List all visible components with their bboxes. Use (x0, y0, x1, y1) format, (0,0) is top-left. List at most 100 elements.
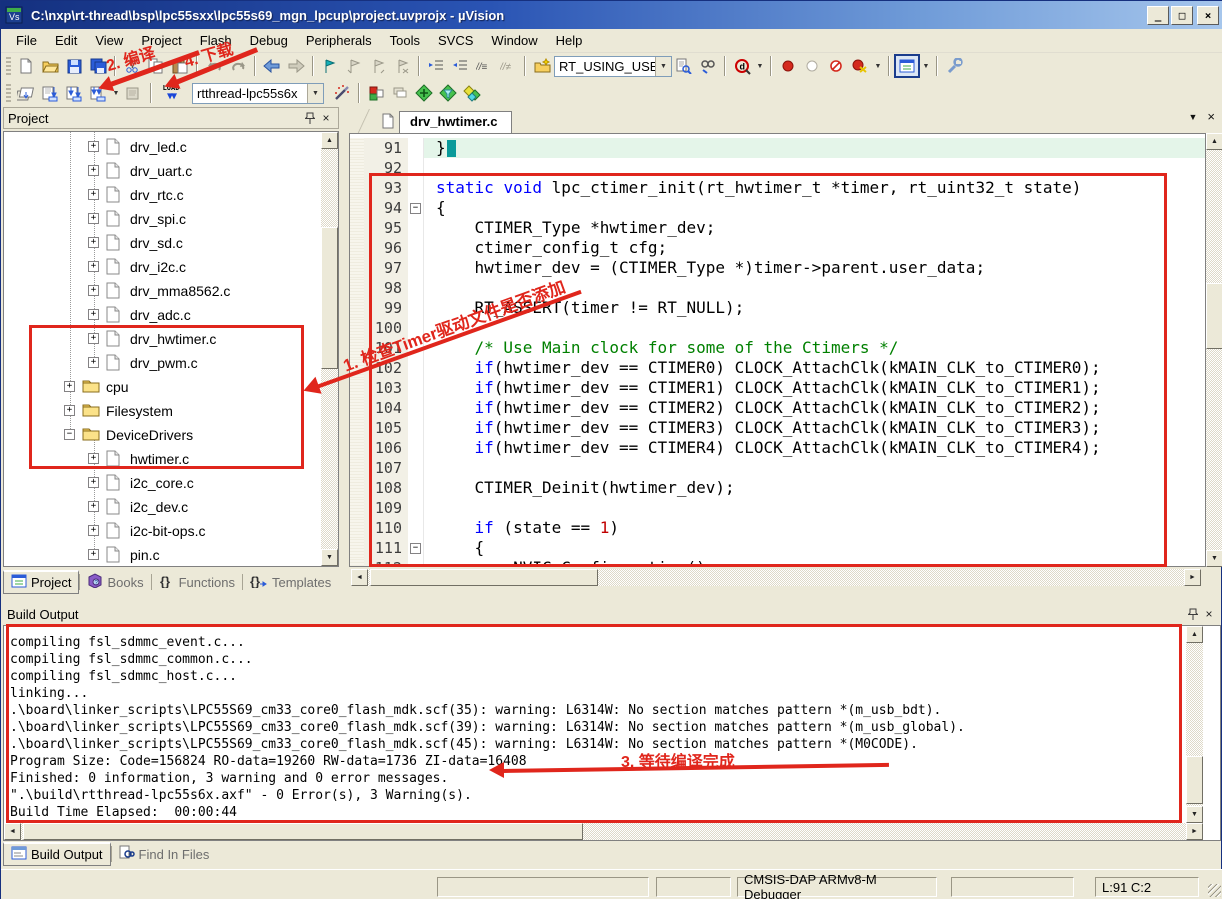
scroll-thumb[interactable] (370, 569, 598, 586)
manage-rte-button[interactable] (412, 82, 436, 104)
code-line-91[interactable]: 91} (350, 138, 1206, 158)
expand-icon[interactable]: + (88, 261, 99, 272)
tree-item-i2c-core-c[interactable]: +i2c_core.c (4, 471, 321, 495)
configure-flash-menu-icon[interactable] (530, 55, 554, 77)
build-output-hscrollbar[interactable]: ◄ ► (4, 823, 1203, 840)
code-text[interactable]: } (424, 138, 1206, 158)
scroll-thumb[interactable] (1206, 283, 1222, 349)
kill-all-breakpoints-button[interactable] (848, 55, 872, 77)
tree-item-drv-sd-c[interactable]: +drv_sd.c (4, 231, 321, 255)
menu-item-peripherals[interactable]: Peripherals (297, 30, 381, 51)
navigate-back-button[interactable] (260, 55, 284, 77)
chevron-down-icon[interactable]: ▼ (872, 55, 884, 77)
scroll-down-icon[interactable]: ▼ (321, 549, 338, 566)
chevron-down-icon[interactable]: ▼ (307, 84, 323, 103)
expand-icon[interactable]: + (88, 237, 99, 248)
editor-hscrollbar[interactable]: ◄ ► (351, 569, 1201, 586)
scroll-left-icon[interactable]: ◄ (351, 569, 368, 586)
manage-project-items-button[interactable] (364, 82, 388, 104)
project-panel-tab-templates[interactable]: {}Templates (243, 570, 338, 594)
rebuild-all-button[interactable] (62, 82, 86, 104)
navigate-forward-button[interactable] (284, 55, 308, 77)
close-document-icon[interactable]: × (1207, 112, 1215, 122)
new-file-button[interactable] (14, 55, 38, 77)
menu-item-help[interactable]: Help (547, 30, 592, 51)
uncomment-selection-button[interactable]: //≠ (496, 55, 520, 77)
chevron-down-icon[interactable]: ▼ (920, 55, 932, 77)
insert-breakpoint-button[interactable] (776, 55, 800, 77)
close-button[interactable]: × (1197, 6, 1219, 25)
close-icon[interactable]: × (318, 110, 334, 126)
target-select-combo[interactable]: rtthread-lpc55s6x ▼ (192, 83, 324, 104)
editor-vscrollbar[interactable]: ▲ ▼ (1206, 133, 1222, 567)
expand-icon[interactable]: + (88, 309, 99, 320)
output-tab-build-output[interactable]: Build Output (3, 842, 111, 866)
insert-bookmark-button[interactable] (318, 55, 342, 77)
close-icon[interactable]: × (1201, 606, 1217, 622)
menu-item-edit[interactable]: Edit (46, 30, 86, 51)
editor-tab-drv-hwtimer[interactable]: drv_hwtimer.c (399, 111, 512, 133)
build-output-vscrollbar[interactable]: ▲ ▼ (1186, 626, 1203, 823)
resize-grip[interactable] (1208, 884, 1221, 897)
start-stop-debug-button[interactable]: d (730, 55, 754, 77)
indent-button[interactable] (424, 55, 448, 77)
expand-icon[interactable]: + (88, 213, 99, 224)
find-references-button[interactable] (696, 55, 720, 77)
tree-item-drv-adc-c[interactable]: +drv_adc.c (4, 303, 321, 327)
build-output-header[interactable]: Build Output × (3, 603, 1221, 625)
expand-icon[interactable]: + (88, 189, 99, 200)
menu-item-debug[interactable]: Debug (241, 30, 297, 51)
tree-item-i2c-dev-c[interactable]: +i2c_dev.c (4, 495, 321, 519)
project-tree-vscrollbar[interactable]: ▲ ▼ (321, 132, 338, 566)
pack-installer-button[interactable] (460, 82, 484, 104)
configure-wrench-button[interactable] (942, 55, 966, 77)
enable-disable-breakpoint-button[interactable] (800, 55, 824, 77)
scroll-down-icon[interactable]: ▼ (1186, 806, 1203, 823)
expand-icon[interactable]: + (88, 549, 99, 560)
chevron-down-icon[interactable]: ▼ (754, 55, 766, 77)
expand-icon[interactable]: + (88, 141, 99, 152)
scroll-right-icon[interactable]: ► (1184, 569, 1201, 586)
expand-icon[interactable]: + (88, 525, 99, 536)
menu-item-tools[interactable]: Tools (381, 30, 429, 51)
scroll-down-icon[interactable]: ▼ (1206, 550, 1222, 567)
previous-bookmark-button[interactable] (342, 55, 366, 77)
project-window-toggle-button[interactable] (894, 54, 920, 78)
project-panel-header[interactable]: Project × (3, 107, 339, 129)
title-bar[interactable]: Vs C:\nxp\rt-thread\bsp\lpc55sxx\lpc55s6… (1, 1, 1222, 29)
scroll-thumb[interactable] (1186, 756, 1203, 804)
scroll-thumb[interactable] (23, 823, 583, 840)
translate-file-button[interactable] (14, 82, 38, 104)
save-button[interactable] (62, 55, 86, 77)
tree-item-drv-i2c-c[interactable]: +drv_i2c.c (4, 255, 321, 279)
build-button[interactable] (38, 82, 62, 104)
find-in-files-button[interactable] (672, 55, 696, 77)
maximize-button[interactable]: □ (1171, 6, 1193, 25)
expand-icon[interactable]: + (88, 477, 99, 488)
minimize-button[interactable]: _ (1147, 6, 1169, 25)
expand-icon[interactable]: + (88, 501, 99, 512)
scroll-up-icon[interactable]: ▲ (321, 132, 338, 149)
tree-item-pin-c[interactable]: +pin.c (4, 543, 321, 567)
tree-item-drv-spi-c[interactable]: +drv_spi.c (4, 207, 321, 231)
expand-icon[interactable]: + (88, 165, 99, 176)
comment-selection-button[interactable]: //≡ (472, 55, 496, 77)
open-file-button[interactable] (38, 55, 62, 77)
pin-icon[interactable] (1185, 606, 1201, 622)
clear-bookmarks-button[interactable] (390, 55, 414, 77)
unindent-button[interactable] (448, 55, 472, 77)
toolbar-grip[interactable] (6, 84, 11, 102)
pin-icon[interactable] (302, 110, 318, 126)
tree-item-drv-rtc-c[interactable]: +drv_rtc.c (4, 183, 321, 207)
output-tab-find-in-files[interactable]: Find In Files (112, 842, 217, 866)
select-software-packs-button[interactable] (436, 82, 460, 104)
project-panel-tab-books[interactable]: ?Books (80, 570, 150, 594)
menu-item-window[interactable]: Window (482, 30, 546, 51)
scroll-up-icon[interactable]: ▲ (1206, 133, 1222, 150)
next-bookmark-button[interactable] (366, 55, 390, 77)
chevron-down-icon[interactable]: ▼ (655, 57, 671, 76)
scroll-thumb[interactable] (321, 227, 338, 369)
tree-item-drv-led-c[interactable]: +drv_led.c (4, 135, 321, 159)
project-panel-tab-project[interactable]: Project (3, 570, 79, 594)
manage-multiproject-button[interactable] (388, 82, 412, 104)
